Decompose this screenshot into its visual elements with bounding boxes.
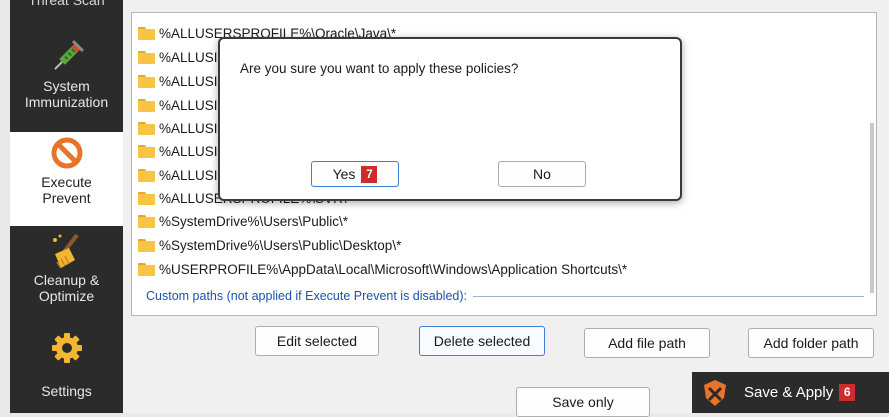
list-item[interactable]: %SystemDrive%\Users\Public\Desktop\* xyxy=(138,234,401,256)
folder-icon xyxy=(138,121,155,135)
scrollbar[interactable] xyxy=(870,123,874,293)
folder-icon xyxy=(138,238,155,252)
folder-icon xyxy=(138,214,155,228)
edit-selected-button[interactable]: Edit selected xyxy=(255,326,379,356)
folder-icon xyxy=(138,98,155,112)
sidebar-item-label: Cleanup & Optimize xyxy=(33,272,100,304)
custom-paths-header: Custom paths (not applied if Execute Pre… xyxy=(146,289,864,303)
prohibited-icon xyxy=(50,132,84,174)
sidebar-item-label: Execute Prevent xyxy=(41,174,92,206)
no-button[interactable]: No xyxy=(498,161,586,187)
sidebar-item-system-immunization[interactable]: System Immunization xyxy=(10,36,123,130)
shield-x-icon xyxy=(700,378,730,408)
yes-button[interactable]: Yes 7 xyxy=(311,161,399,187)
syringe-icon xyxy=(50,36,84,78)
sidebar-item-label: System Immunization xyxy=(24,78,109,110)
sidebar-item-execute-prevent[interactable]: Execute Prevent xyxy=(10,132,123,226)
divider xyxy=(473,295,864,297)
dialog-message: Are you sure you want to apply these pol… xyxy=(240,61,519,76)
list-item[interactable]: %ALLUSI xyxy=(138,94,218,116)
list-item[interactable]: %ALLUSI xyxy=(138,140,218,162)
folder-icon xyxy=(138,74,155,88)
broom-icon xyxy=(49,230,85,272)
save-apply-button[interactable]: Save & Apply 6 xyxy=(692,372,889,413)
list-item[interactable]: %USERPROFILE%\AppData\Local\Microsoft\Wi… xyxy=(138,258,627,280)
list-item[interactable]: %ALLUSI xyxy=(138,117,218,139)
sidebar-item-threat-scan[interactable]: Threat Scan xyxy=(10,0,123,8)
folder-icon xyxy=(138,262,155,276)
list-item[interactable]: %ALLUSI xyxy=(138,164,218,186)
add-folder-path-button[interactable]: Add folder path xyxy=(748,328,874,358)
folder-icon xyxy=(138,144,155,158)
add-file-path-button[interactable]: Add file path xyxy=(584,328,710,358)
gear-icon xyxy=(50,327,84,369)
delete-selected-button[interactable]: Delete selected xyxy=(419,326,545,356)
list-item[interactable]: %ALLUSI xyxy=(138,70,218,92)
confirm-dialog: Are you sure you want to apply these pol… xyxy=(218,37,682,201)
folder-icon xyxy=(138,26,155,40)
sidebar-item-cleanup-optimize[interactable]: Cleanup & Optimize xyxy=(10,230,123,320)
list-item[interactable]: %SystemDrive%\Users\Public\* xyxy=(138,210,348,232)
folder-icon xyxy=(138,168,155,182)
sidebar-item-settings[interactable]: Settings xyxy=(10,327,123,413)
list-item[interactable]: %ALLUSI xyxy=(138,46,218,68)
yes-label: Yes xyxy=(332,166,356,182)
folder-icon xyxy=(138,191,155,205)
folder-icon xyxy=(138,50,155,64)
sidebar-item-label: Settings xyxy=(41,383,92,399)
save-apply-label: Save & Apply xyxy=(744,384,834,401)
step-badge: 7 xyxy=(361,165,378,183)
step-badge: 6 xyxy=(839,384,856,401)
sidebar: Threat Scan System Immunization Execute … xyxy=(10,0,123,413)
